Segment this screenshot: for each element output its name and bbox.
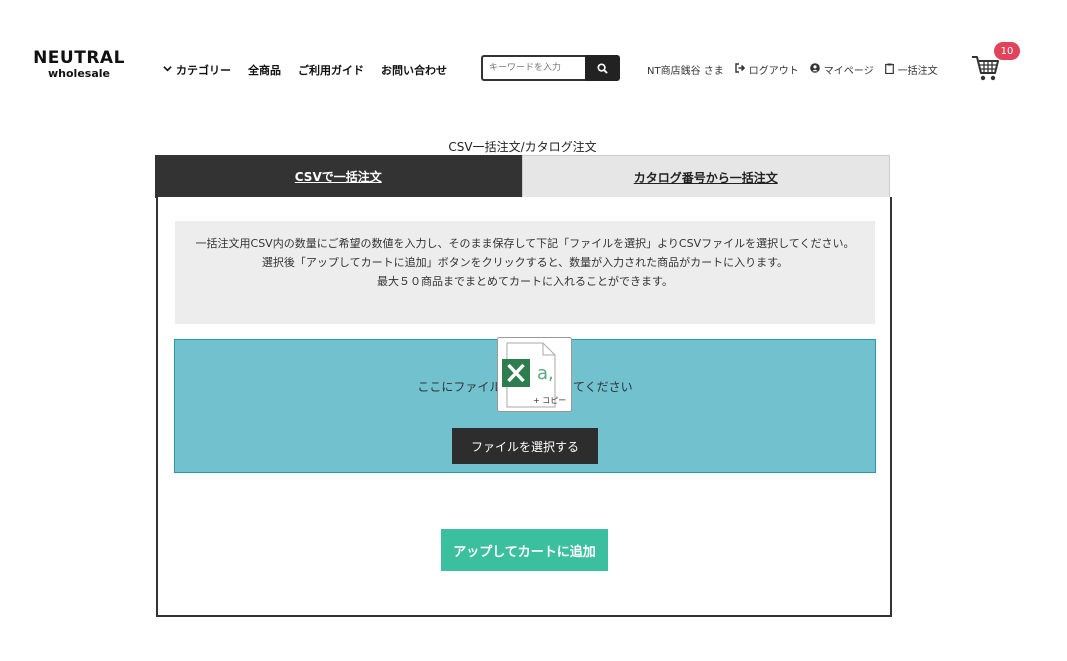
svg-text:a,: a, — [537, 363, 554, 384]
tab-catalog-number-order[interactable]: カタログ番号から一括注文 — [521, 155, 890, 198]
instructions-line-1: 一括注文用CSV内の数量にご希望の数値を入力し、そのまま保存して下記「ファイルを… — [195, 237, 855, 250]
excel-file-icon: a, + コピー — [497, 337, 572, 412]
page-title: CSV一括注文/カタログ注文 — [448, 140, 597, 154]
nav-categories[interactable]: カテゴリー — [163, 62, 231, 78]
main-nav: カテゴリー 全商品 ご利用ガイド お問い合わせ — [163, 62, 447, 78]
upload-add-to-cart-button[interactable]: アップしてカートに追加 — [441, 529, 608, 571]
chevron-down-icon — [163, 64, 172, 76]
bulk-order-label: 一括注文 — [897, 66, 938, 77]
search-icon — [597, 59, 608, 78]
instructions-line-3: 最大５０商品までまとめてカートに入れることができます。 — [377, 275, 673, 288]
mypage-label: マイページ — [823, 66, 874, 77]
user-nav: NT商店銭谷 さま ログアウト マイページ 一括注文 — [647, 62, 938, 77]
cart-icon — [971, 56, 1001, 86]
copy-label: + コピー — [533, 396, 566, 405]
select-file-button[interactable]: ファイルを選択する — [452, 428, 598, 464]
mypage-link[interactable]: マイページ — [809, 62, 874, 77]
tab-csv-bulk-order[interactable]: CSVで一括注文 — [155, 155, 522, 198]
cart-button[interactable] — [971, 54, 1001, 82]
search-input[interactable] — [481, 55, 585, 81]
user-icon — [809, 63, 820, 76]
bulk-order-link[interactable]: 一括注文 — [884, 62, 938, 77]
search-bar — [481, 55, 620, 81]
instructions-line-2: 選択後「アップしてカートに追加」ボタンをクリックすると、数量が入力された商品がカ… — [261, 256, 789, 269]
search-button[interactable] — [585, 55, 620, 81]
logout-link[interactable]: ログアウト — [735, 62, 799, 77]
user-name: NT商店銭谷 さま — [647, 66, 724, 77]
logout-icon — [735, 63, 745, 76]
nav-all-products[interactable]: 全商品 — [248, 62, 281, 78]
brand-logo[interactable]: NEUTRAL wholesale — [32, 48, 126, 80]
nav-contact[interactable]: お問い合わせ — [381, 62, 447, 78]
nav-categories-label: カテゴリー — [176, 64, 231, 77]
csv-order-panel: 一括注文用CSV内の数量にご希望の数値を入力し、そのまま保存して下記「ファイルを… — [156, 197, 892, 617]
cart-count-badge: 10 — [994, 42, 1020, 60]
instructions-box: 一括注文用CSV内の数量にご希望の数値を入力し、そのまま保存して下記「ファイルを… — [175, 221, 875, 324]
clipboard-icon — [884, 63, 894, 77]
brand-name: NEUTRAL — [33, 48, 125, 68]
order-tabs: CSVで一括注文 カタログ番号から一括注文 — [155, 155, 890, 198]
brand-subname: wholesale — [48, 67, 110, 80]
nav-guide[interactable]: ご利用ガイド — [298, 62, 364, 78]
logout-label: ログアウト — [748, 66, 799, 77]
